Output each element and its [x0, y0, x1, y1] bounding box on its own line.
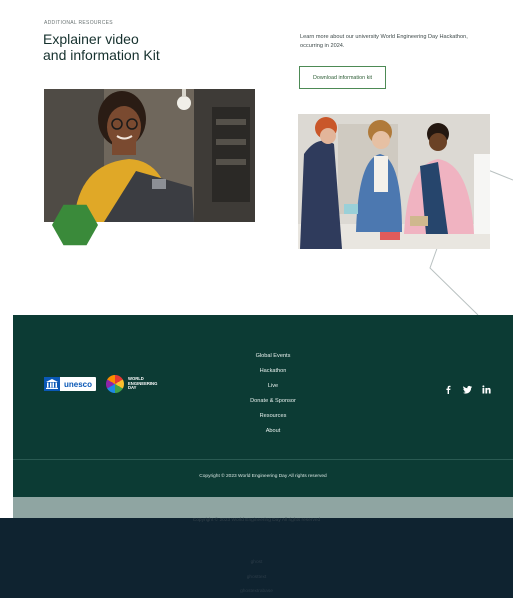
download-information-kit-button[interactable]: Download information kit: [299, 66, 386, 89]
section-heading: Explainer video and information Kit: [43, 31, 223, 63]
footer-copyright: Copyright © 2023 World Engineering Day A…: [199, 474, 327, 479]
footer-link-donate-sponsor[interactable]: Donate & Sponsor: [250, 398, 296, 404]
wed-line-3: DAY: [128, 385, 137, 391]
footer-divider: [13, 459, 513, 460]
section-lead-text: Learn more about our university World En…: [300, 34, 468, 49]
partner-logos: unesco WORLD ENGINEERING DAY: [44, 375, 157, 393]
world-engineering-day-wordmark: WORLD ENGINEERING DAY: [128, 376, 157, 391]
footer-link-live[interactable]: Live: [268, 383, 278, 389]
explainer-video-thumbnail[interactable]: [44, 89, 255, 222]
site-footer: unesco WORLD ENGINEERING DAY Global Even…: [13, 315, 513, 497]
heading-line-1: Explainer video: [43, 31, 139, 47]
woman-with-clipboard-image: [44, 89, 255, 222]
social-links: [444, 381, 491, 394]
team-collaboration-image: [298, 114, 490, 249]
heading-line-2: and information Kit: [43, 47, 160, 63]
world-engineering-day-globe-icon: [106, 375, 125, 393]
ghost-line-b: ghosttext: [246, 575, 267, 580]
unesco-logo[interactable]: unesco: [44, 377, 97, 391]
facebook-icon[interactable]: [444, 381, 453, 394]
footer-link-global-events[interactable]: Global Events: [256, 353, 291, 359]
unesco-emblem-icon: [44, 377, 60, 391]
footer-ghost-band: [13, 497, 513, 518]
section-eyebrow: ADDITIONAL RESOURCES: [44, 20, 113, 26]
dark-overlay-panel: [0, 518, 513, 598]
world-engineering-day-logo[interactable]: WORLD ENGINEERING DAY: [106, 375, 157, 393]
ghost-copyright: Copyright © 2023 World Engineering Day A…: [192, 518, 321, 523]
unesco-wordmark: unesco: [64, 379, 93, 389]
twitter-icon[interactable]: [463, 381, 472, 394]
resources-section: ADDITIONAL RESOURCES Explainer video and…: [0, 0, 513, 315]
footer-link-hackathon[interactable]: Hackathon: [260, 368, 287, 374]
footer-link-resources[interactable]: Resources: [260, 413, 287, 419]
ghost-line-a: ghost: [250, 560, 263, 565]
footer-link-about[interactable]: About: [266, 428, 281, 434]
ghost-line-c: ghostextrabase: [240, 589, 273, 594]
footer-navigation: Global Events Hackathon Live Donate & Sp…: [218, 353, 328, 434]
linkedin-icon[interactable]: [482, 381, 491, 394]
engineers-at-table-image: [298, 114, 490, 249]
